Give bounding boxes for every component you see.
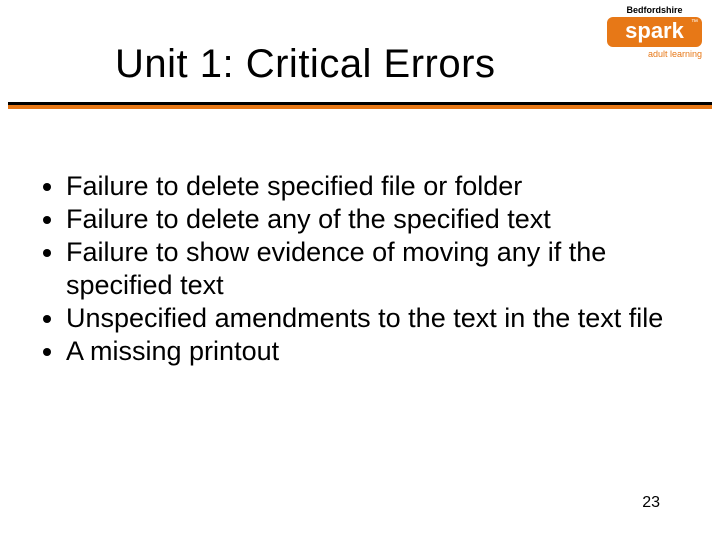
list-item: A missing printout [66,335,690,368]
list-item: Unspecified amendments to the text in th… [66,302,690,335]
page-number: 23 [642,494,660,512]
header: Unit 1: Critical Errors Bedfordshire spa… [0,0,720,106]
bullet-list: Failure to delete specified file or fold… [30,170,690,368]
list-item: Failure to show evidence of moving any i… [66,236,690,302]
slide-body: Failure to delete specified file or fold… [30,170,690,368]
trademark-icon: ™ [691,19,698,26]
list-item: Failure to delete any of the specified t… [66,203,690,236]
list-item: Failure to delete specified file or fold… [66,170,690,203]
logo-top-text: Bedfordshire [607,5,702,15]
logo-word: spark [625,18,684,43]
spark-logo: Bedfordshire spark ™ adult learning [607,5,702,75]
divider-orange [8,105,712,109]
logo-wordmark: spark ™ [607,17,702,47]
logo-subtitle: adult learning [607,49,702,59]
slide-title: Unit 1: Critical Errors [115,42,495,87]
